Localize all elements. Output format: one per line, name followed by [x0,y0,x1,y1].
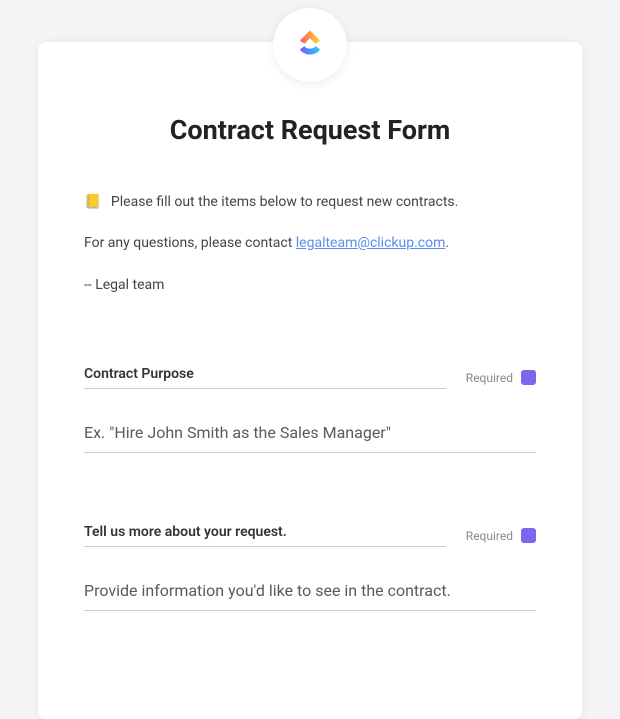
required-checkbox-icon [521,370,536,385]
required-text: Required [466,529,513,543]
field-header: Contract Purpose Required [84,363,536,389]
contact-prefix: For any questions, please contact [84,235,296,251]
required-text: Required [466,371,513,385]
field-label-wrap: Contract Purpose [84,363,446,389]
clickup-logo-icon [292,27,328,63]
form-title: Contract Request Form [84,114,536,146]
form-card: Contract Request Form 📒 Please fill out … [38,42,582,719]
page-wrapper: Contract Request Form 📒 Please fill out … [0,0,620,719]
field-request-details: Tell us more about your request. Require… [84,521,536,611]
contact-email-link[interactable]: legalteam@clickup.com [296,235,446,251]
required-indicator: Required [466,528,536,547]
field-label: Contract Purpose [84,366,194,382]
note-emoji-icon: 📒 [84,194,101,210]
field-label: Tell us more about your request. [84,524,287,540]
field-label-wrap: Tell us more about your request. [84,521,446,547]
intro-text: 📒 Please fill out the items below to req… [84,192,536,213]
required-indicator: Required [466,370,536,389]
required-checkbox-icon [521,528,536,543]
logo-badge [273,8,347,82]
request-details-input[interactable] [84,575,536,611]
field-header: Tell us more about your request. Require… [84,521,536,547]
intro-message: Please fill out the items below to reque… [111,194,458,210]
contact-line: For any questions, please contact legalt… [84,235,536,251]
field-contract-purpose: Contract Purpose Required [84,363,536,453]
contact-suffix: . [445,235,449,251]
signoff-text: -- Legal team [84,277,536,293]
contract-purpose-input[interactable] [84,417,536,453]
